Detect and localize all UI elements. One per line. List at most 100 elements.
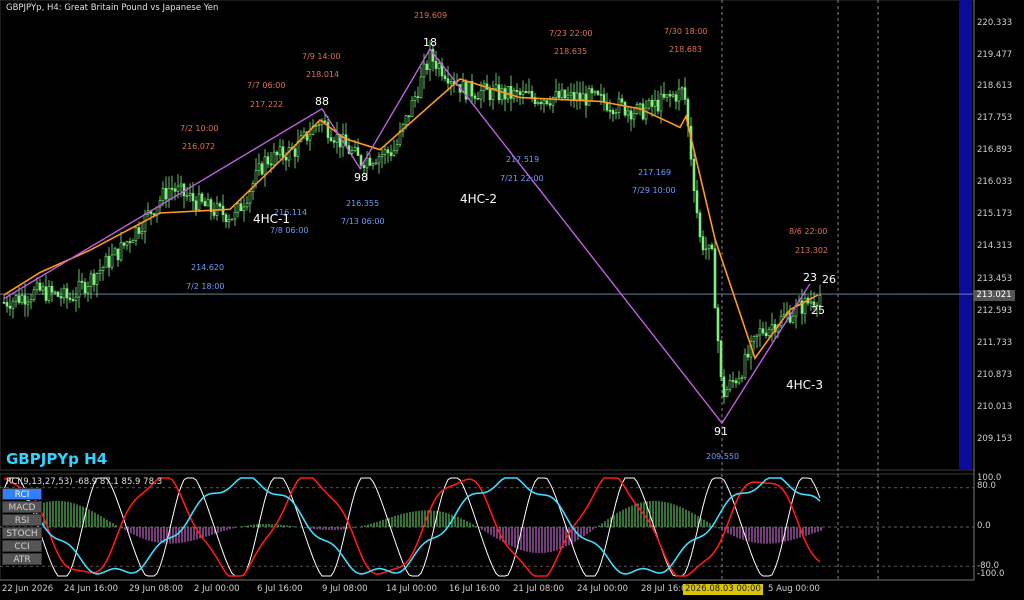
candle-body [212, 211, 216, 216]
candle-body [629, 110, 633, 120]
candle-body [68, 297, 72, 300]
cci-button[interactable]: CCI [2, 540, 42, 552]
candle-body [731, 380, 735, 382]
chart-canvas[interactable] [0, 0, 1024, 600]
candle-body [575, 92, 579, 101]
candle-body [50, 285, 54, 293]
candle-body [242, 206, 246, 212]
candle-body [191, 193, 195, 202]
candle-body [422, 63, 426, 78]
crosshair-time-tag: 2026.08.03 00:00 [683, 584, 763, 595]
high-price-label: 218.014 [306, 70, 340, 79]
time-label: 16 Jul 16:00 [449, 584, 500, 594]
low-price-label: 217.169 [638, 168, 672, 177]
candle-body [293, 148, 297, 157]
candle-body [380, 154, 384, 157]
candle-body [536, 101, 540, 105]
high-price-label: 218.635 [554, 47, 588, 56]
price-label: 215.173 [977, 209, 1013, 219]
high-price-label: 213.302 [795, 246, 829, 255]
candle-body [317, 124, 321, 127]
candle-body [356, 147, 360, 156]
candle-body [674, 94, 678, 102]
osc-level-label: 80.0 [977, 481, 996, 491]
candle-body [8, 305, 12, 309]
pivot-label: 25 [811, 304, 825, 317]
candle-body [653, 99, 657, 107]
pivot-label: 23 [803, 271, 817, 284]
candle-body [707, 244, 711, 250]
wave-label: 4HC-3 [786, 378, 824, 392]
candle-body [80, 280, 84, 283]
time-label: 22 Jun 2026 [2, 584, 54, 594]
atr-button[interactable]: ATR [2, 553, 42, 565]
candle-body [596, 91, 600, 95]
candle-body [560, 89, 564, 98]
candle-body [734, 380, 738, 384]
candle-body [47, 285, 51, 301]
low-time-label: 7/21 22:00 [500, 174, 544, 183]
candle-body [434, 60, 438, 69]
rci-button[interactable]: RCI [2, 488, 42, 500]
pivot-label: 91 [714, 425, 728, 438]
high-time-label: 7/30 18:00 [664, 27, 708, 36]
candle-body [644, 107, 648, 120]
candle-body [167, 187, 171, 200]
candle-body [332, 140, 336, 143]
candle-body [545, 100, 549, 104]
candle-body [809, 301, 813, 304]
candle-body [404, 115, 408, 125]
candle-body [764, 332, 768, 337]
candle-body [182, 183, 186, 197]
candle-body [668, 94, 672, 97]
candle-body [5, 302, 9, 307]
stoch-button[interactable]: STOCH [2, 527, 42, 539]
candle-body [767, 328, 771, 337]
candle-body [56, 291, 60, 297]
candle-body [365, 157, 369, 169]
candle-body [263, 156, 267, 175]
candle-body [110, 254, 114, 268]
pivot-label: 26 [822, 273, 836, 286]
low-time-label: 7/8 06:00 [270, 226, 309, 235]
rsi-button[interactable]: RSI [2, 514, 42, 526]
macd-button[interactable]: MACD [2, 501, 42, 513]
main-panel-border [0, 0, 975, 471]
candle-body [41, 286, 45, 291]
high-price-label: 216.072 [182, 142, 216, 151]
candle-body [389, 152, 393, 156]
low-price-label: 217.519 [506, 155, 540, 164]
candle-body [353, 147, 357, 151]
candle-body [359, 155, 363, 166]
candle-body [29, 299, 33, 303]
candle-body [236, 203, 240, 213]
candle-body [17, 295, 21, 303]
candle-body [701, 236, 705, 251]
candle-body [140, 231, 144, 234]
candle-body [260, 163, 264, 175]
candle-body [578, 92, 582, 100]
candle-body [95, 273, 99, 285]
pivot-label: 98 [354, 171, 368, 184]
time-label: 9 Jul 08:00 [322, 584, 368, 594]
osc-level-label: -100.0 [977, 569, 1005, 579]
time-label: 5 Aug 00:00 [768, 584, 820, 594]
high-time-label: 7/2 10:00 [180, 124, 219, 133]
osc-level-label: 0.0 [977, 521, 991, 531]
candle-body [14, 295, 18, 302]
indicator-button-group: RCI MACD RSI STOCH CCI ATR [2, 488, 42, 566]
candle-body [476, 98, 480, 100]
candle-body [173, 188, 177, 192]
candle-body [11, 300, 15, 309]
candle-body [98, 270, 102, 274]
price-label: 209.153 [977, 434, 1013, 444]
candle-body [53, 291, 57, 294]
candle-body [101, 266, 105, 271]
candle-body [638, 103, 642, 106]
candle-body [272, 151, 276, 166]
candle-body [170, 187, 174, 190]
candle-body [425, 63, 429, 71]
candle-body [119, 242, 123, 261]
candle-body [419, 76, 423, 98]
candle-body [233, 211, 237, 220]
